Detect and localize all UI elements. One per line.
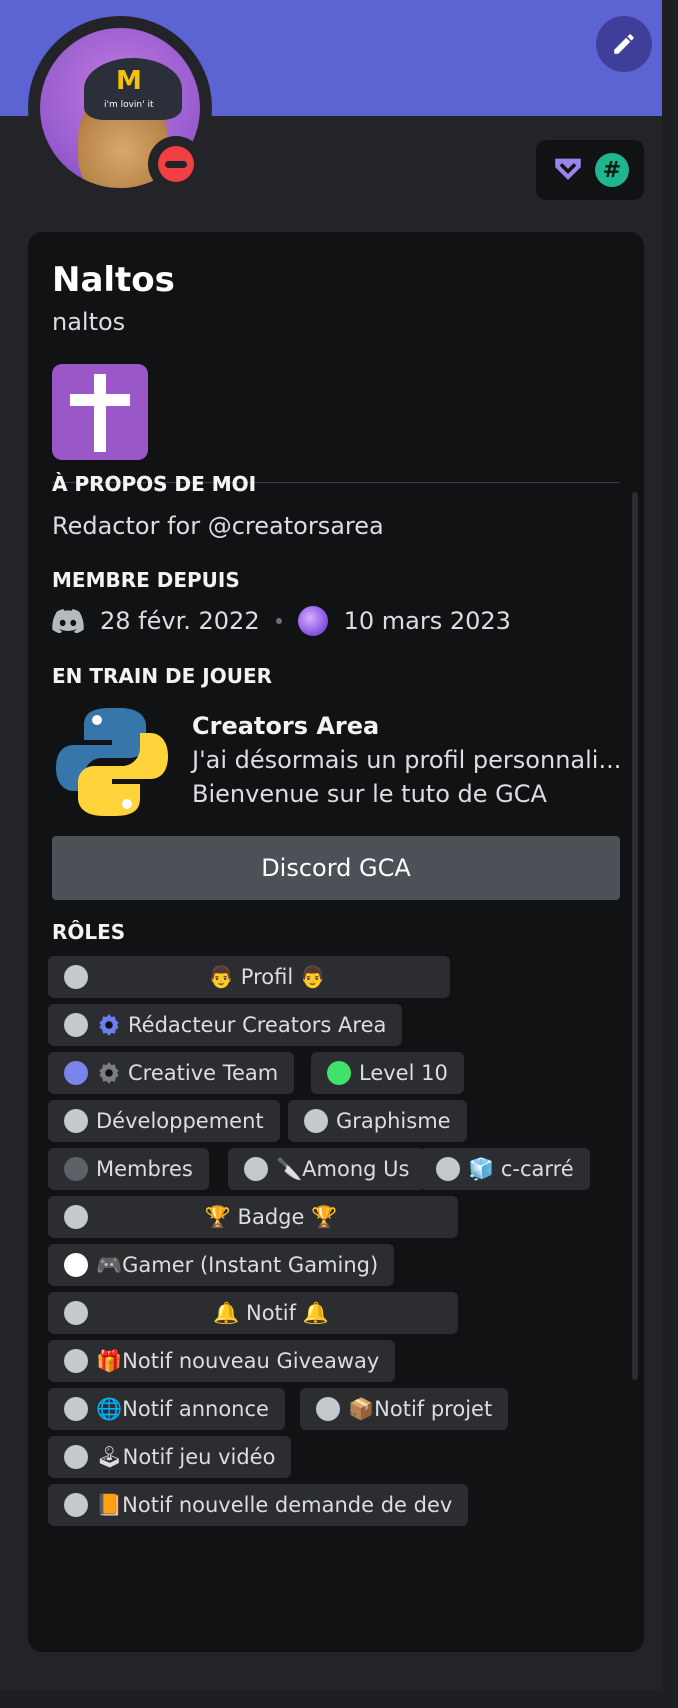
python-icon xyxy=(56,708,168,816)
member-since-row: 28 févr. 2022 10 mars 2023 xyxy=(52,604,511,638)
about-heading: À PROPOS DE MOI xyxy=(52,472,257,496)
role-chip-gamer[interactable]: 🎮Gamer (Instant Gaming) xyxy=(48,1244,395,1286)
role-chip-level-10[interactable]: Level 10 xyxy=(311,1052,464,1094)
role-color-dot xyxy=(64,1013,88,1037)
role-chip-redacteur[interactable]: Rédacteur Creators Area xyxy=(48,1004,403,1046)
status-indicator xyxy=(148,136,204,192)
activity-state: Bienvenue sur le tuto de GCA xyxy=(192,780,547,808)
roles-heading: RÔLES xyxy=(52,920,126,944)
do-not-disturb-icon xyxy=(158,146,194,182)
separator-dot xyxy=(275,618,282,624)
discord-icon xyxy=(52,609,84,633)
role-label: 🕹Notif jeu vidéo xyxy=(96,1444,276,1469)
role-label: 🎁Notif nouveau Giveaway xyxy=(96,1348,380,1373)
cap-logo: M xyxy=(116,66,142,96)
activity-name: Creators Area xyxy=(192,712,380,740)
role-chip-developpement[interactable]: Développement xyxy=(48,1100,280,1142)
role-color-dot xyxy=(327,1061,351,1085)
role-chip-notif-giveaway[interactable]: 🎁Notif nouveau Giveaway xyxy=(48,1340,396,1382)
role-color-dot xyxy=(64,1157,88,1181)
role-color-dot xyxy=(64,1061,88,1085)
role-chip-notif-annonce[interactable]: 🌐Notif annonce xyxy=(48,1388,285,1430)
role-label: 🎮Gamer (Instant Gaming) xyxy=(96,1252,379,1277)
hash-badge-icon[interactable]: # xyxy=(595,153,629,187)
role-color-dot xyxy=(64,1253,88,1277)
role-color-dot xyxy=(316,1397,340,1421)
discord-gca-button[interactable]: Discord GCA xyxy=(52,836,620,900)
role-chip-graphisme[interactable]: Graphisme xyxy=(288,1100,467,1142)
role-chip-among-us[interactable]: 🔪Among Us xyxy=(228,1148,426,1190)
role-chip-profil[interactable]: 👨 Profil 👨 xyxy=(48,956,450,998)
role-color-dot xyxy=(64,1445,88,1469)
role-label: 🧊 c-carré xyxy=(468,1156,574,1181)
role-color-dot xyxy=(64,1109,88,1133)
cap-text: i'm lovin' it xyxy=(104,100,154,110)
role-color-dot xyxy=(64,965,88,989)
role-label: 🌐Notif annonce xyxy=(96,1396,269,1421)
role-label: 👨 Profil 👨 xyxy=(207,964,327,989)
role-color-dot xyxy=(64,1301,88,1325)
role-chip-notif-projet[interactable]: 📦Notif projet xyxy=(300,1388,509,1430)
badge-list: # xyxy=(536,140,644,200)
server-icon xyxy=(297,606,328,636)
role-label: 🔔 Notif 🔔 xyxy=(213,1300,329,1325)
role-color-dot xyxy=(436,1157,460,1181)
role-chip-notif-jeu-video[interactable]: 🕹Notif jeu vidéo xyxy=(48,1436,292,1478)
role-color-dot xyxy=(64,1493,88,1517)
edit-profile-button[interactable] xyxy=(596,16,652,72)
role-label: Graphisme xyxy=(336,1109,451,1133)
role-chip-badge[interactable]: 🏆 Badge 🏆 xyxy=(48,1196,458,1238)
role-chip-c-carre[interactable]: 🧊 c-carré xyxy=(420,1148,590,1190)
role-label: 📦Notif projet xyxy=(348,1396,493,1421)
bottom-edge xyxy=(0,1690,678,1708)
role-color-dot xyxy=(304,1109,328,1133)
role-label: 🔪Among Us xyxy=(276,1156,410,1181)
role-label: 🏆 Badge 🏆 xyxy=(204,1204,338,1229)
role-label: 📙Notif nouvelle demande de dev xyxy=(96,1492,453,1517)
activity-details: J'ai désormais un profil personnali... xyxy=(192,746,622,774)
role-label: Membres xyxy=(96,1157,193,1181)
gear-gray-icon xyxy=(96,1061,122,1085)
window-edge xyxy=(662,0,678,1708)
role-color-dot xyxy=(64,1397,88,1421)
role-color-dot xyxy=(244,1157,268,1181)
pencil-icon xyxy=(614,34,634,54)
role-label: Level 10 xyxy=(359,1061,448,1085)
about-text: Redactor for @creatorsarea xyxy=(52,512,384,540)
role-chip-notif[interactable]: 🔔 Notif 🔔 xyxy=(48,1292,458,1334)
server-join-date: 10 mars 2023 xyxy=(343,607,511,635)
role-chip-membres[interactable]: Membres xyxy=(48,1148,209,1190)
gear-blue-icon xyxy=(96,1013,122,1037)
role-chip-notif-demande-dev[interactable]: 📙Notif nouvelle demande de dev xyxy=(48,1484,469,1526)
role-color-dot xyxy=(64,1205,88,1229)
profile-content: À PROPOS DE MOI Redactor for @creatorsar… xyxy=(28,232,644,1652)
role-chip-creative-team[interactable]: Creative Team xyxy=(48,1052,295,1094)
role-label: Creative Team xyxy=(128,1061,279,1085)
member-since-heading: MEMBRE DEPUIS xyxy=(52,568,240,592)
role-label: Rédacteur Creators Area xyxy=(128,1013,387,1037)
playing-heading: EN TRAIN DE JOUER xyxy=(52,664,272,688)
hypesquad-badge-icon[interactable] xyxy=(551,153,585,187)
role-label: Développement xyxy=(96,1109,264,1133)
discord-join-date: 28 févr. 2022 xyxy=(100,607,260,635)
role-color-dot xyxy=(64,1349,88,1373)
